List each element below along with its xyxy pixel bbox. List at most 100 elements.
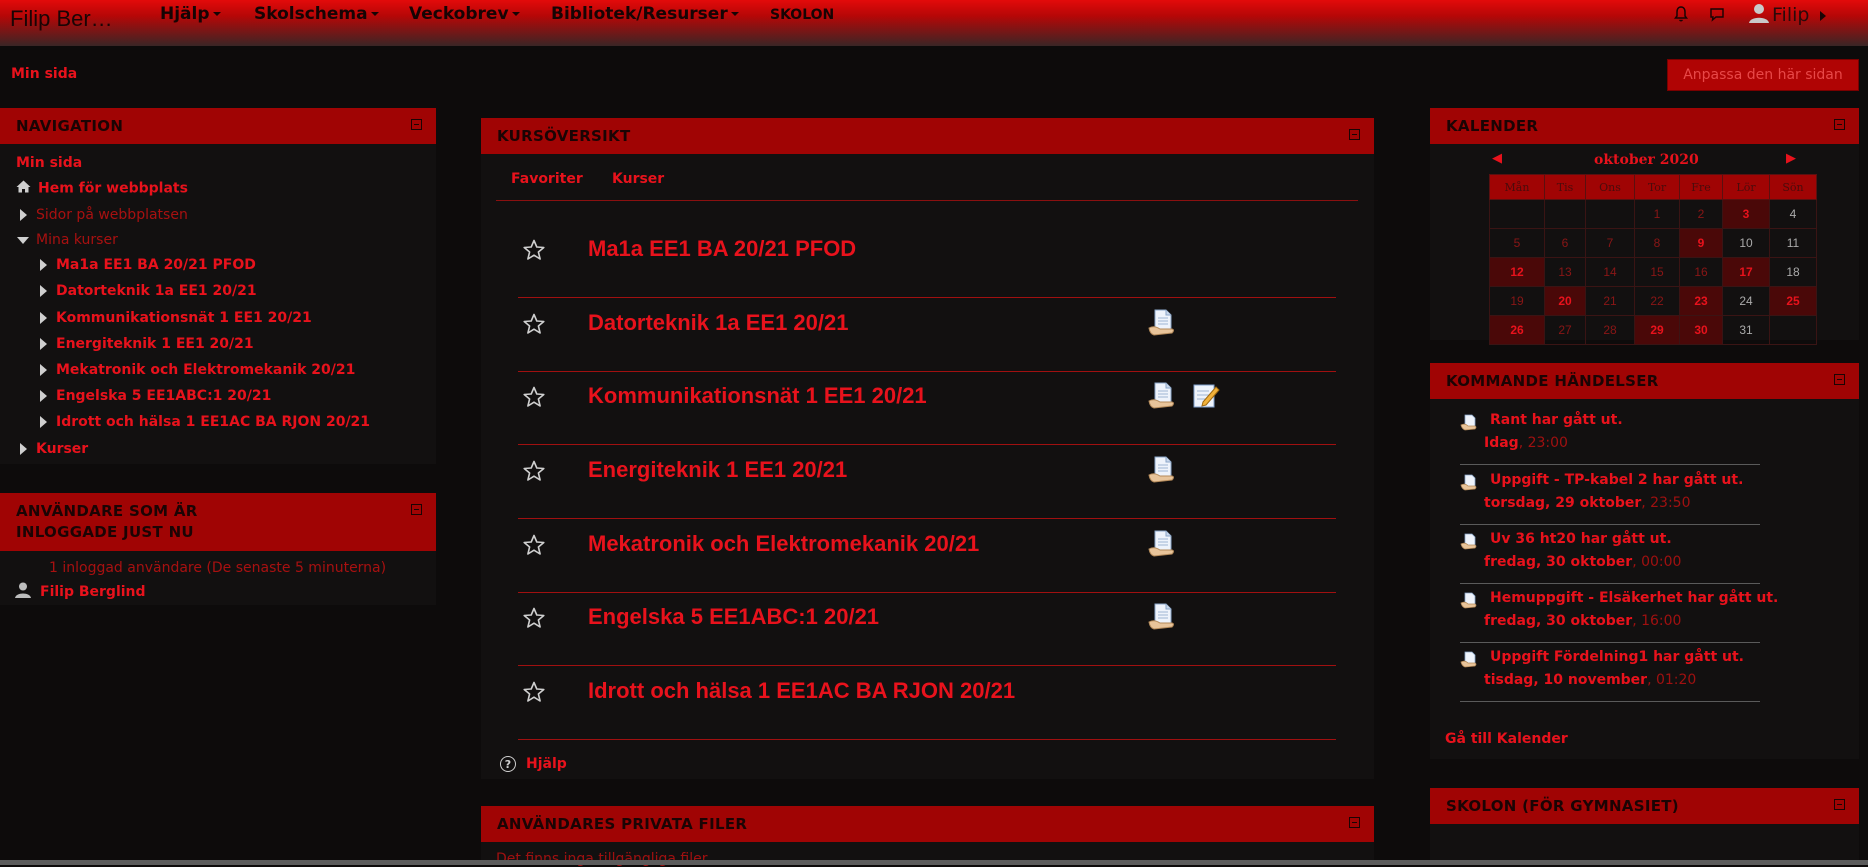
event-title[interactable]: Uv 36 ht20 har gått ut. (1490, 531, 1672, 547)
calendar-day: 19 (1489, 286, 1545, 316)
calendar-day-event[interactable]: 20 (1544, 286, 1586, 316)
expand-right-icon (40, 259, 47, 271)
nav-course-item[interactable]: Datorteknik 1a EE1 20/21 (40, 283, 257, 299)
nav-course-item[interactable]: Kommunikationsnät 1 EE1 20/21 (40, 310, 312, 326)
event-day[interactable]: fredag, 30 oktober (1484, 613, 1632, 629)
star-icon[interactable] (522, 385, 546, 413)
calendar-day: 18 (1769, 257, 1817, 287)
nav-hem[interactable]: Hem för webbplats (16, 180, 188, 197)
bell-icon[interactable] (1673, 5, 1689, 27)
assignment-icon[interactable] (1146, 308, 1178, 338)
customize-page-button[interactable]: Anpassa den här sidan (1667, 59, 1859, 91)
minimize-icon[interactable] (1834, 119, 1845, 130)
nav-sidor[interactable]: Sidor på webbplatsen (20, 207, 188, 223)
event-title[interactable]: Hemuppgift - Elsäkerhet har gått ut. (1490, 590, 1778, 606)
assignment-icon[interactable] (1146, 455, 1178, 485)
tab-favoriter[interactable]: Favoriter (511, 171, 583, 187)
calendar-day-event[interactable]: 3 (1722, 199, 1770, 229)
calendar-day-event[interactable]: 30 (1679, 315, 1723, 345)
star-icon[interactable] (522, 533, 546, 561)
message-icon[interactable] (1708, 5, 1726, 27)
minimize-icon[interactable] (1834, 799, 1845, 810)
nav-course-item[interactable]: Ma1a EE1 BA 20/21 PFOD (40, 257, 256, 273)
nav-course-item[interactable]: Engelska 5 EE1ABC:1 20/21 (40, 388, 271, 404)
calendar-month: oktober 2020 (1594, 152, 1699, 168)
event-title[interactable]: Uppgift Fördelning1 har gått ut. (1490, 649, 1744, 665)
nav-kurser[interactable]: Kurser (20, 441, 88, 457)
event-day[interactable]: Idag (1484, 435, 1519, 451)
star-icon[interactable] (522, 459, 546, 487)
calendar-day-empty (1544, 199, 1586, 229)
star-icon[interactable] (522, 680, 546, 708)
menu-skolschema[interactable]: Skolschema (254, 4, 379, 24)
next-month-icon[interactable]: ▶ (1786, 151, 1796, 166)
calendar-day-event[interactable]: 26 (1489, 315, 1545, 345)
calendar-day-event[interactable]: 25 (1769, 286, 1817, 316)
divider (1460, 524, 1760, 525)
course-name[interactable]: Mekatronik och Elektromekanik 20/21 (588, 531, 979, 557)
course-row: Kommunikationsnät 1 EE1 20/21 (518, 373, 1336, 445)
star-icon[interactable] (522, 238, 546, 266)
nav-min-sida[interactable]: Min sida (16, 155, 82, 171)
block-title: ANVÄNDARE SOM ÄR INLOGGADE JUST NU (16, 501, 198, 543)
star-icon[interactable] (522, 312, 546, 340)
star-icon[interactable] (522, 606, 546, 634)
help-link[interactable]: ? Hjälp (500, 756, 567, 772)
minimize-icon[interactable] (1349, 817, 1360, 828)
event-day[interactable]: tisdag, 10 november (1484, 672, 1647, 688)
course-name[interactable]: Energiteknik 1 EE1 20/21 (588, 457, 847, 483)
event-day[interactable]: fredag, 30 oktober (1484, 554, 1632, 570)
assignment-icon[interactable] (1146, 381, 1178, 411)
menu-skolon[interactable]: SKOLON (770, 7, 834, 23)
nav-course-item[interactable]: Mekatronik och Elektromekanik 20/21 (40, 362, 355, 378)
minimize-icon[interactable] (1834, 374, 1845, 385)
prev-month-icon[interactable]: ◀ (1492, 151, 1502, 166)
caret-down-icon (212, 12, 221, 16)
event-title[interactable]: Rant har gått ut. (1490, 412, 1623, 428)
nav-course-item[interactable]: Idrott och hälsa 1 EE1AC BA RJON 20/21 (40, 414, 370, 430)
course-name[interactable]: Ma1a EE1 BA 20/21 PFOD (588, 236, 856, 262)
course-name[interactable]: Idrott och hälsa 1 EE1AC BA RJON 20/21 (588, 678, 1015, 704)
horizontal-scrollbar[interactable] (0, 860, 1868, 865)
course-name[interactable]: Datorteknik 1a EE1 20/21 (588, 310, 848, 336)
expand-right-icon (20, 209, 27, 221)
assignment-icon[interactable] (1146, 602, 1178, 632)
user-menu[interactable]: Filip (1748, 2, 1826, 29)
course-row: Energiteknik 1 EE1 20/21 (518, 447, 1336, 519)
calendar-day: 2 (1679, 199, 1723, 229)
breadcrumb-min-sida[interactable]: Min sida (11, 66, 77, 82)
tab-kurser[interactable]: Kurser (612, 171, 664, 187)
calendar-day-event[interactable]: 12 (1489, 257, 1545, 287)
expand-right-icon (40, 312, 47, 324)
caret-right-icon (1819, 10, 1826, 21)
nav-mina-kurser[interactable]: Mina kurser (17, 232, 118, 248)
menu-bibliotek[interactable]: Bibliotek/Resurser (551, 4, 739, 24)
calendar-day-event[interactable]: 29 (1634, 315, 1680, 345)
calendar-day-event[interactable]: 23 (1679, 286, 1723, 316)
course-name[interactable]: Engelska 5 EE1ABC:1 20/21 (588, 604, 879, 630)
nav-course-label: Ma1a EE1 BA 20/21 PFOD (56, 257, 256, 273)
expand-down-icon (17, 236, 29, 244)
online-user[interactable]: Filip Berglind (14, 581, 146, 603)
activity-icons (1146, 455, 1184, 485)
calendar-day-event[interactable]: 17 (1722, 257, 1770, 287)
assignment-icon[interactable] (1146, 529, 1178, 559)
minimize-icon[interactable] (1349, 129, 1360, 140)
calendar-day: 10 (1722, 228, 1770, 258)
quiz-icon[interactable] (1189, 381, 1221, 411)
event-day[interactable]: torsdag, 29 oktober (1484, 495, 1641, 511)
minimize-icon[interactable] (411, 504, 422, 515)
nav-course-item[interactable]: Energiteknik 1 EE1 20/21 (40, 336, 254, 352)
course-name[interactable]: Kommunikationsnät 1 EE1 20/21 (588, 383, 927, 409)
calendar-day-event[interactable]: 9 (1679, 228, 1723, 258)
calendar-day: 4 (1769, 199, 1817, 229)
minimize-icon[interactable] (411, 119, 422, 130)
goto-calendar-link[interactable]: Gå till Kalender (1445, 731, 1568, 747)
calendar-day: 24 (1722, 286, 1770, 316)
assignment-icon (1460, 592, 1478, 614)
expand-right-icon (40, 285, 47, 297)
menu-veckobrev[interactable]: Veckobrev (409, 4, 520, 24)
site-brand[interactable]: Filip Ber… (10, 6, 113, 32)
event-title[interactable]: Uppgift - TP-kabel 2 har gått ut. (1490, 472, 1743, 488)
menu-hjalp[interactable]: Hjälp (160, 4, 221, 24)
